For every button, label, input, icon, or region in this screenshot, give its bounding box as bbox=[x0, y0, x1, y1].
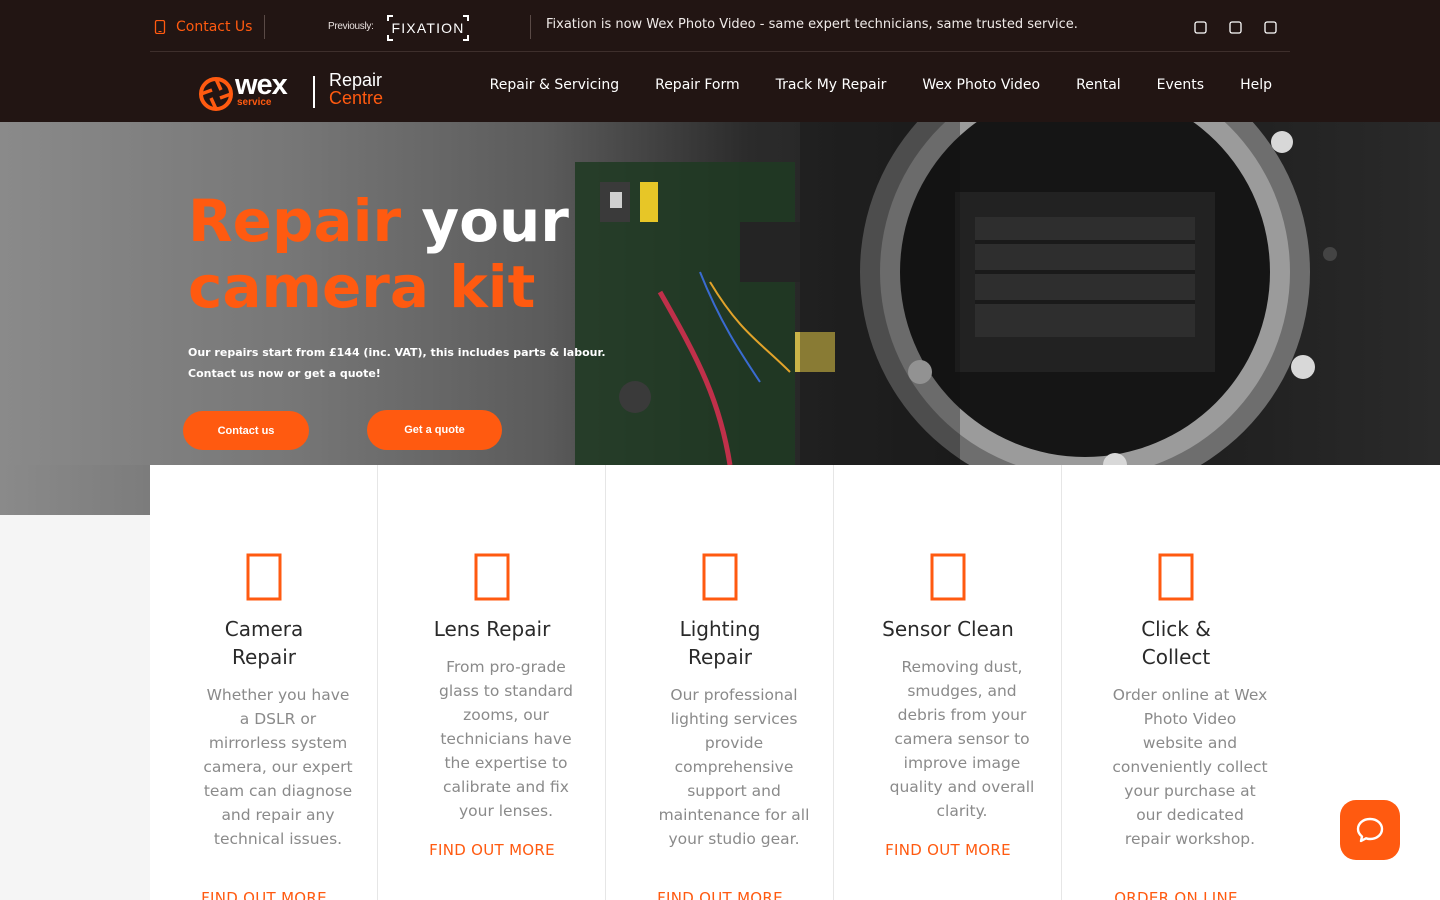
service-desc: Whether you have a DSLR or mirrorless sy… bbox=[203, 686, 353, 848]
lens-icon bbox=[474, 553, 510, 601]
find-out-more-link[interactable]: FIND OUT MORE bbox=[150, 889, 378, 900]
site-header: Contact Us Previously: FIXATION Fixation… bbox=[0, 0, 1440, 122]
services-section: Camera Repair Whether you have a DSLR or… bbox=[150, 465, 1440, 900]
previously-label: Previously: bbox=[328, 21, 374, 32]
hero-left-extension bbox=[0, 465, 150, 515]
phone-icon bbox=[154, 20, 166, 34]
camera-icon bbox=[246, 553, 282, 601]
headline-camera-kit: camera kit bbox=[188, 253, 536, 321]
divider bbox=[264, 15, 265, 39]
logo-sub: service bbox=[237, 97, 272, 108]
find-out-more-link[interactable]: FIND OUT MORE bbox=[606, 889, 834, 900]
chat-bubble-icon bbox=[1356, 817, 1384, 843]
service-desc: Removing dust, smudges, and debris from … bbox=[889, 658, 1035, 820]
nav-repair-form[interactable]: Repair Form bbox=[655, 77, 740, 93]
instagram-icon[interactable] bbox=[1225, 17, 1245, 37]
facebook-icon[interactable] bbox=[1190, 17, 1210, 37]
top-bar: Contact Us Previously: FIXATION Fixation… bbox=[150, 0, 1290, 52]
main-navbar: wex service Repair Centre Repair & Servi… bbox=[0, 53, 1440, 122]
hero-headline: Repair your camera kit bbox=[188, 188, 608, 320]
sensor-icon bbox=[930, 553, 966, 601]
service-card-camera: Camera Repair Whether you have a DSLR or… bbox=[150, 465, 378, 900]
nav-wex-photo-video[interactable]: Wex Photo Video bbox=[922, 77, 1040, 93]
contact-us-button[interactable]: Contact us bbox=[183, 411, 309, 450]
find-out-more-link[interactable]: FIND OUT MORE bbox=[378, 841, 606, 859]
service-title: Lens Repair bbox=[433, 617, 551, 641]
nav-help[interactable]: Help bbox=[1240, 77, 1272, 93]
contact-us-link[interactable]: Contact Us bbox=[154, 14, 264, 40]
nav-track-my-repair[interactable]: Track My Repair bbox=[776, 77, 887, 93]
order-online-link[interactable]: ORDER ON LINE bbox=[1062, 889, 1290, 900]
service-card-sensor: Sensor Clean Removing dust, smudges, and… bbox=[834, 465, 1062, 900]
logo-divider bbox=[313, 76, 315, 108]
page-root: Contact Us Previously: FIXATION Fixation… bbox=[0, 0, 1440, 900]
service-card-lens: Lens Repair From pro-grade glass to stan… bbox=[378, 465, 606, 900]
contact-us-label: Contact Us bbox=[176, 19, 253, 35]
headline-your: your bbox=[401, 187, 569, 255]
nav-rental[interactable]: Rental bbox=[1076, 77, 1121, 93]
hero-subtext: Our repairs start from £144 (inc. VAT), … bbox=[188, 342, 648, 384]
find-out-more-link[interactable]: FIND OUT MORE bbox=[834, 841, 1062, 859]
service-card-click-collect: Click & Collect Order online at Wex Phot… bbox=[1062, 465, 1290, 900]
hero-sub-line1: Our repairs start from £144 (inc. VAT), … bbox=[188, 346, 606, 359]
nav-repair-servicing[interactable]: Repair & Servicing bbox=[490, 77, 619, 93]
fixation-brand-text: FIXATION bbox=[391, 20, 465, 36]
help-chat-button[interactable] bbox=[1340, 800, 1400, 860]
service-title: Camera Repair bbox=[224, 617, 304, 669]
store-icon bbox=[1158, 553, 1194, 601]
site-logo[interactable]: wex service Repair Centre bbox=[199, 69, 389, 113]
primary-nav: Repair & Servicing Repair Form Track My … bbox=[490, 77, 1272, 93]
aperture-logo-icon bbox=[199, 77, 233, 111]
service-title: Lighting Repair bbox=[679, 617, 761, 669]
divider bbox=[530, 15, 531, 39]
twitter-icon[interactable] bbox=[1260, 17, 1280, 37]
lightbulb-icon bbox=[702, 553, 738, 601]
nav-events[interactable]: Events bbox=[1157, 77, 1204, 93]
service-title: Click & Collect bbox=[1141, 617, 1211, 669]
rebrand-notice: Fixation is now Wex Photo Video - same e… bbox=[546, 17, 1078, 32]
hero-sub-line2: Contact us now or get a quote! bbox=[188, 367, 381, 380]
service-desc: From pro-grade glass to standard zooms, … bbox=[439, 658, 573, 820]
logo-line2: Centre bbox=[329, 88, 384, 108]
service-title: Sensor Clean bbox=[882, 617, 1014, 641]
service-desc: Our professional lighting services provi… bbox=[658, 686, 810, 848]
fixation-logo: FIXATION bbox=[387, 15, 469, 41]
get-a-quote-button[interactable]: Get a quote bbox=[367, 410, 502, 450]
service-card-lighting: Lighting Repair Our professional lightin… bbox=[606, 465, 834, 900]
headline-repair: Repair bbox=[188, 187, 402, 255]
service-desc: Order online at Wex Photo Video website … bbox=[1112, 686, 1268, 848]
